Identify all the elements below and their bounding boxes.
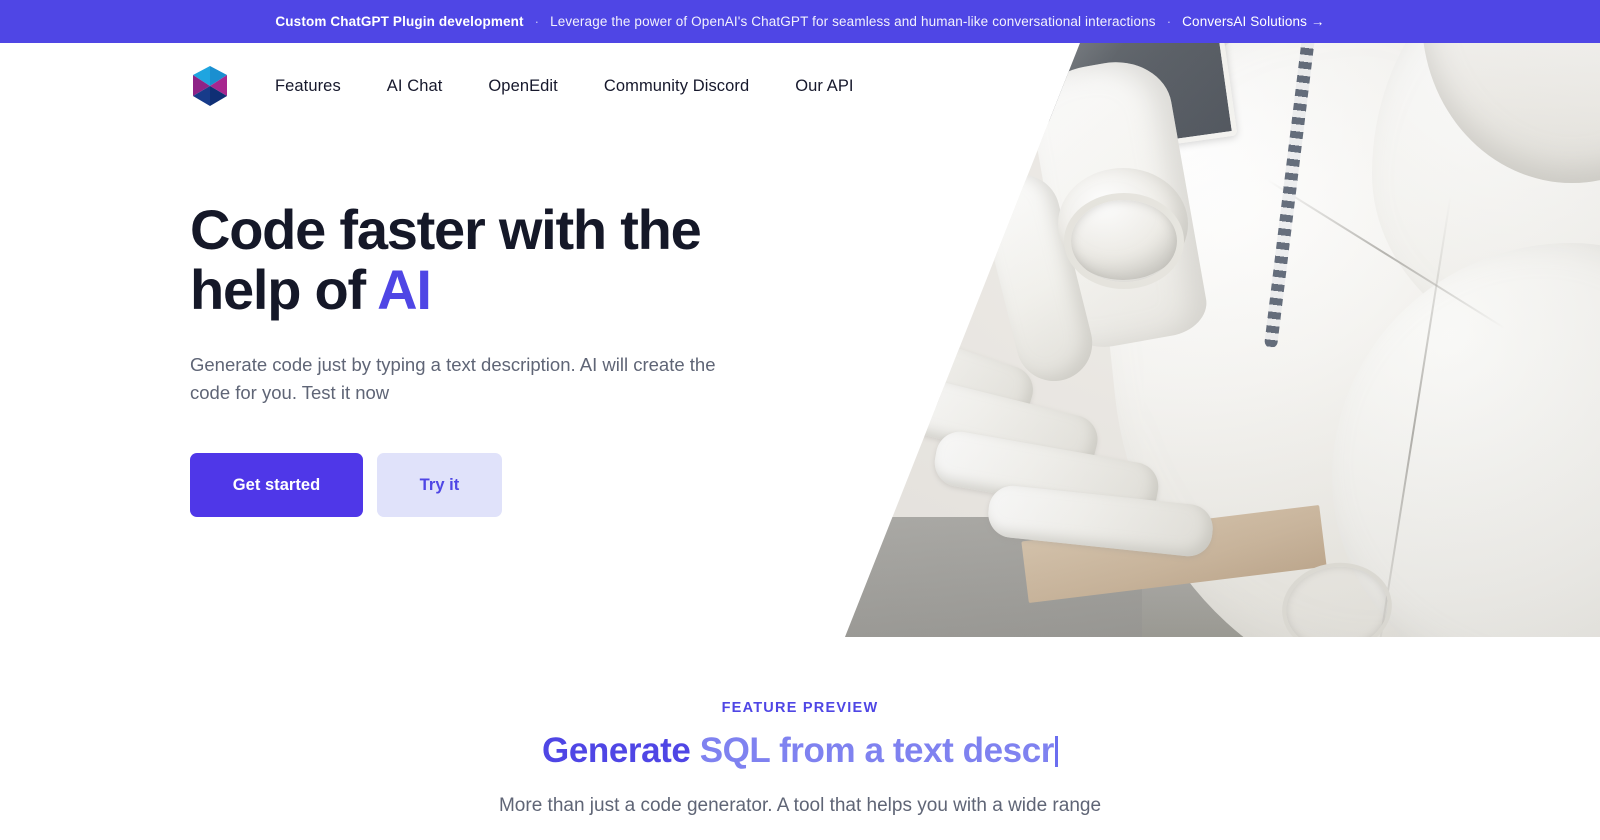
feature-title-typed: SQL from a text descr xyxy=(699,731,1055,770)
announcement-headline: Custom ChatGPT Plugin development xyxy=(275,14,524,29)
typing-caret-icon xyxy=(1054,736,1058,767)
photo-wrist-ring xyxy=(1064,193,1184,289)
feature-title-static: Generate xyxy=(542,731,700,770)
hero-title: Code faster with the help of AI xyxy=(190,198,765,322)
hero-title-line-2: help of xyxy=(190,258,378,322)
nav-link-features[interactable]: Features xyxy=(275,77,364,96)
nav-links: Features AI Chat OpenEdit Community Disc… xyxy=(275,77,877,96)
hexagon-pinwheel-icon xyxy=(193,66,227,106)
main-navigation: Features AI Chat OpenEdit Community Disc… xyxy=(0,43,1600,129)
announcement-separator-1: · xyxy=(534,14,540,29)
announcement-separator-2: · xyxy=(1166,14,1172,29)
nav-link-community-discord[interactable]: Community Discord xyxy=(581,77,772,96)
announcement-description: Leverage the power of OpenAI's ChatGPT f… xyxy=(550,14,1156,29)
nav-link-our-api[interactable]: Our API xyxy=(772,77,876,96)
brand-logo[interactable] xyxy=(190,64,230,108)
feature-description: More than just a code generator. A tool … xyxy=(498,795,1102,817)
hero-image xyxy=(845,43,1600,637)
announcement-cta-link[interactable]: ConversAI Solutions → xyxy=(1182,14,1324,29)
nav-link-ai-chat[interactable]: AI Chat xyxy=(364,77,466,96)
feature-title: Generate SQL from a text descr xyxy=(0,730,1600,771)
hero-title-line-1: Code faster with the xyxy=(190,198,702,261)
hero-photo-robot-hand xyxy=(845,43,1600,637)
nav-link-openedit[interactable]: OpenEdit xyxy=(465,77,580,96)
hero-subtitle: Generate code just by typing a text desc… xyxy=(190,353,716,404)
hero-title-accent: AI xyxy=(377,258,432,322)
feature-eyebrow-label: FEATURE PREVIEW xyxy=(721,700,879,716)
feature-preview-section: FEATURE PREVIEW Generate SQL from a text… xyxy=(0,700,1600,821)
get-started-button[interactable]: Get started xyxy=(190,453,363,518)
announcement-banner[interactable]: Custom ChatGPT Plugin development · Leve… xyxy=(0,0,1600,43)
try-it-button[interactable]: Try it xyxy=(377,453,502,518)
announcement-content: Custom ChatGPT Plugin development · Leve… xyxy=(275,14,1324,29)
hero-section: Code faster with the help of AI Generate … xyxy=(190,198,790,518)
hero-actions: Get started Try it xyxy=(190,453,790,518)
